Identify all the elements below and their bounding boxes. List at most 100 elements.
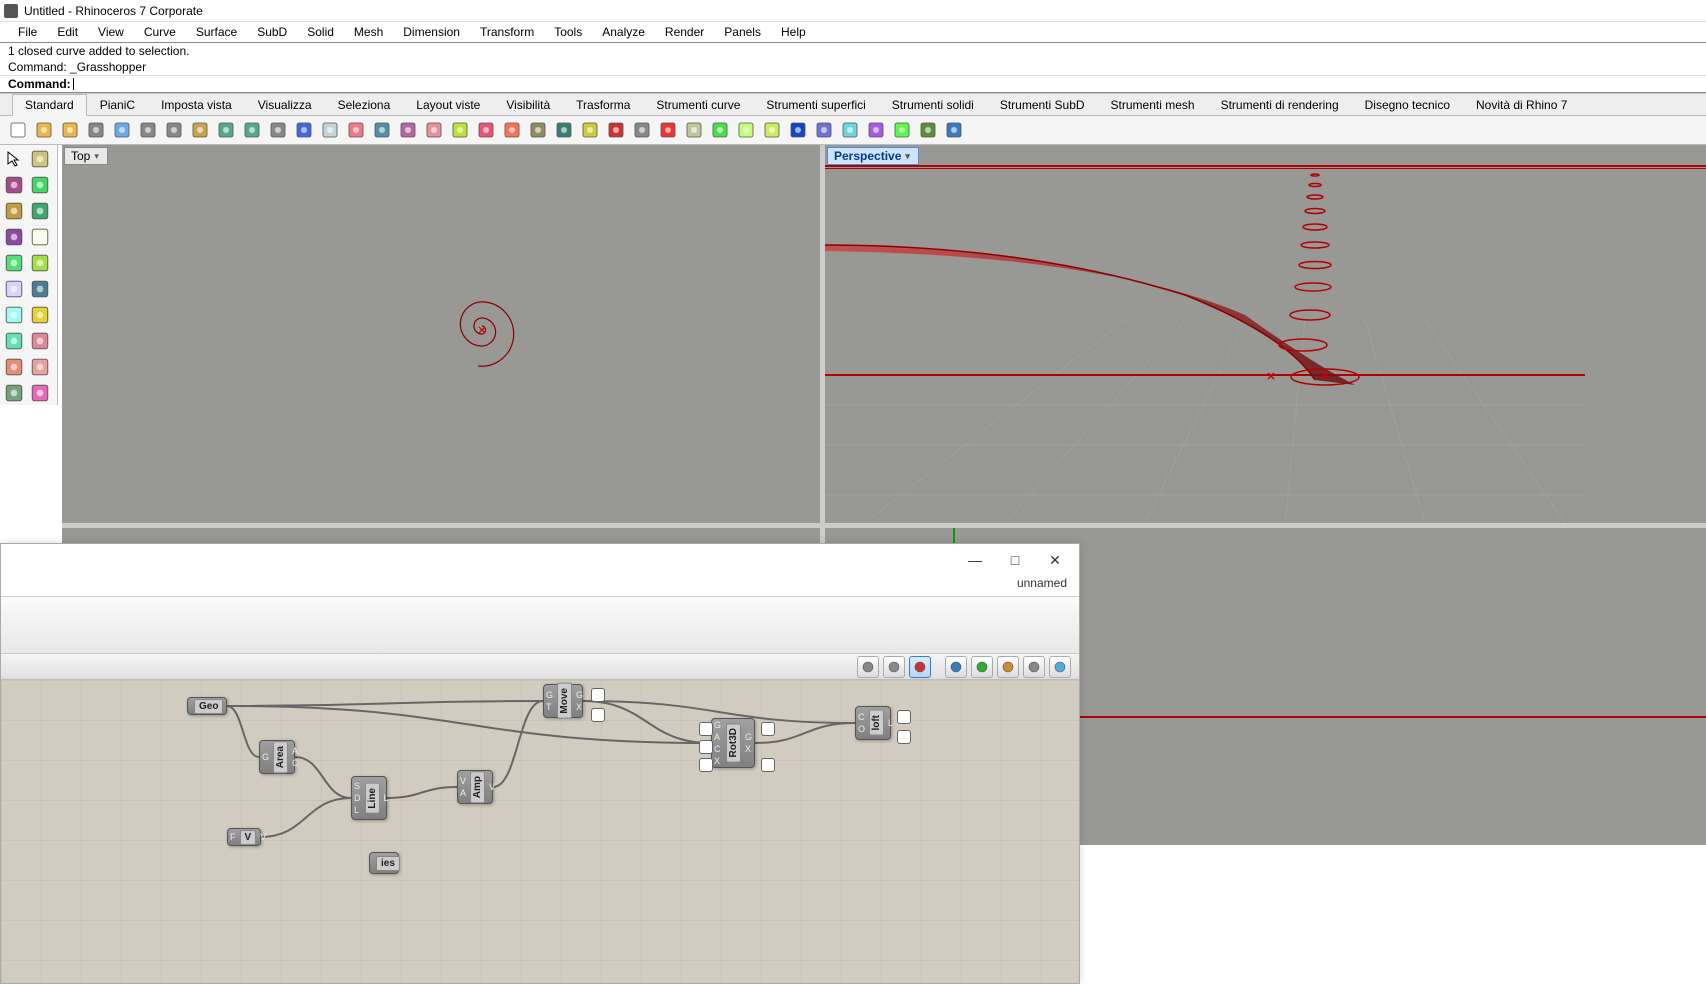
- toolbar-tab-8[interactable]: Strumenti curve: [643, 94, 753, 115]
- gh-node-amp[interactable]: VAAmpV: [457, 770, 493, 804]
- osnap-icon[interactable]: [890, 118, 914, 142]
- menu-solid[interactable]: Solid: [297, 23, 344, 41]
- gh-preview-shaded-button[interactable]: [971, 656, 993, 678]
- points-tool-icon[interactable]: [28, 173, 52, 197]
- surface-tool-icon[interactable]: [2, 303, 26, 327]
- polysurface-tool-icon[interactable]: [28, 303, 52, 327]
- gh-preview-selected-button[interactable]: [997, 656, 1019, 678]
- toolbar-tab-13[interactable]: Strumenti di rendering: [1208, 94, 1352, 115]
- cut-icon[interactable]: [136, 118, 160, 142]
- toolbar-tab-15[interactable]: Novità di Rhino 7: [1463, 94, 1580, 115]
- options-icon[interactable]: [838, 118, 862, 142]
- toolbar-tab-12[interactable]: Strumenti mesh: [1098, 94, 1208, 115]
- toolbar-tab-6[interactable]: Visibilità: [493, 94, 563, 115]
- toolbar-tab-10[interactable]: Strumenti solidi: [879, 94, 987, 115]
- undo-icon[interactable]: [214, 118, 238, 142]
- menu-mesh[interactable]: Mesh: [344, 23, 393, 41]
- gh-port-bubble[interactable]: [591, 708, 605, 722]
- menu-surface[interactable]: Surface: [186, 23, 247, 41]
- pointer-tool-icon[interactable]: [2, 147, 26, 171]
- toolbar-tab-5[interactable]: Layout viste: [403, 94, 493, 115]
- zoom-previous-icon[interactable]: [396, 118, 420, 142]
- sphere-tool-icon[interactable]: [28, 329, 52, 353]
- lightbulb-icon[interactable]: [578, 118, 602, 142]
- arc-tool-icon[interactable]: [2, 251, 26, 275]
- close-button[interactable]: ✕: [1035, 546, 1075, 574]
- menu-file[interactable]: File: [8, 23, 47, 41]
- menu-render[interactable]: Render: [655, 23, 714, 41]
- gh-sketch-button[interactable]: [857, 656, 879, 678]
- line-tool-icon[interactable]: [2, 199, 26, 223]
- material-icon[interactable]: [682, 118, 706, 142]
- revolve-tool-icon[interactable]: [2, 355, 26, 379]
- gh-disable-button[interactable]: [883, 656, 905, 678]
- menu-dimension[interactable]: Dimension: [393, 23, 470, 41]
- gh-preview-off-button[interactable]: [909, 656, 931, 678]
- menu-curve[interactable]: Curve: [134, 23, 186, 41]
- gh-node-geo[interactable]: Geo: [187, 697, 227, 715]
- export-icon[interactable]: [110, 118, 134, 142]
- gh-port-bubble[interactable]: [761, 758, 775, 772]
- toolbar-tab-7[interactable]: Trasforma: [563, 94, 643, 115]
- menu-tools[interactable]: Tools: [544, 23, 592, 41]
- point-tool-icon[interactable]: [2, 173, 26, 197]
- zoom-selected-icon[interactable]: [370, 118, 394, 142]
- rotate-view-icon[interactable]: [422, 118, 446, 142]
- grasshopper-titlebar[interactable]: — □ ✕: [1, 544, 1079, 576]
- toolbar-tab-4[interactable]: Seleziona: [325, 94, 404, 115]
- redo-icon[interactable]: [240, 118, 264, 142]
- hide-icon[interactable]: [630, 118, 654, 142]
- gh-port-bubble[interactable]: [699, 722, 713, 736]
- help-icon[interactable]: [942, 118, 966, 142]
- circle-tool-icon[interactable]: [2, 225, 26, 249]
- gh-cluster-button[interactable]: [1023, 656, 1045, 678]
- toolbar-tab-2[interactable]: Imposta vista: [148, 94, 245, 115]
- gh-node-loft[interactable]: COloftL: [855, 706, 891, 740]
- viewport-label-top[interactable]: Top ▾: [64, 147, 108, 165]
- set-view-icon[interactable]: [448, 118, 472, 142]
- gh-port-bubble[interactable]: [591, 688, 605, 702]
- gh-port-bubble[interactable]: [761, 722, 775, 736]
- copy-icon[interactable]: [162, 118, 186, 142]
- toolbar-tab-9[interactable]: Strumenti superfici: [753, 94, 878, 115]
- grasshopper-canvas[interactable]: GeoGAreaACFVVSDLLineLiesVAAmpVGTMoveGXGA…: [1, 680, 1079, 983]
- print-icon[interactable]: [84, 118, 108, 142]
- gh-port-bubble[interactable]: [699, 740, 713, 754]
- curve2-tool-icon[interactable]: [28, 277, 52, 301]
- gh-port-bubble[interactable]: [699, 758, 713, 772]
- toolbar-tab-1[interactable]: PianiC: [87, 94, 148, 115]
- menu-help[interactable]: Help: [771, 23, 816, 41]
- gh-node-ies[interactable]: ies: [369, 852, 399, 874]
- cplane-icon[interactable]: [474, 118, 498, 142]
- shade-1-icon[interactable]: [708, 118, 732, 142]
- gh-node-v[interactable]: FVV: [227, 828, 261, 846]
- toolbar-tab-11[interactable]: Strumenti SubD: [987, 94, 1098, 115]
- paste-icon[interactable]: [188, 118, 212, 142]
- gh-node-area[interactable]: GAreaAC: [259, 740, 295, 774]
- zoom-dynamic-icon[interactable]: [344, 118, 368, 142]
- new-icon[interactable]: [6, 118, 30, 142]
- layers-icon[interactable]: [526, 118, 550, 142]
- ellipse-tool-icon[interactable]: [28, 225, 52, 249]
- gh-node-rot3d[interactable]: GACXRot3DGX: [711, 718, 755, 768]
- menu-subd[interactable]: SubD: [247, 23, 297, 41]
- properties-icon[interactable]: [552, 118, 576, 142]
- grasshopper-icon[interactable]: [916, 118, 940, 142]
- toolbar-tab-0[interactable]: Standard: [12, 94, 87, 116]
- explode-tool-icon[interactable]: [28, 381, 52, 405]
- boolean-tool-icon[interactable]: [2, 381, 26, 405]
- toolbar-tab-3[interactable]: Visualizza: [245, 94, 325, 115]
- box-tool-icon[interactable]: [2, 329, 26, 353]
- snap-icon[interactable]: [864, 118, 888, 142]
- rectangle-tool-icon[interactable]: [28, 251, 52, 275]
- maximize-button[interactable]: □: [995, 546, 1035, 574]
- car-icon[interactable]: [500, 118, 524, 142]
- grasshopper-window[interactable]: — □ ✕ unnamed GeoGAreaACFVVSDLLineLiesVA…: [0, 543, 1080, 984]
- pan-icon[interactable]: [266, 118, 290, 142]
- sweep-tool-icon[interactable]: [28, 355, 52, 379]
- menu-view[interactable]: View: [88, 23, 134, 41]
- menu-edit[interactable]: Edit: [47, 23, 88, 41]
- toolbar-tab-14[interactable]: Disegno tecnico: [1352, 94, 1463, 115]
- gh-group-button[interactable]: [1049, 656, 1071, 678]
- menu-transform[interactable]: Transform: [470, 23, 544, 41]
